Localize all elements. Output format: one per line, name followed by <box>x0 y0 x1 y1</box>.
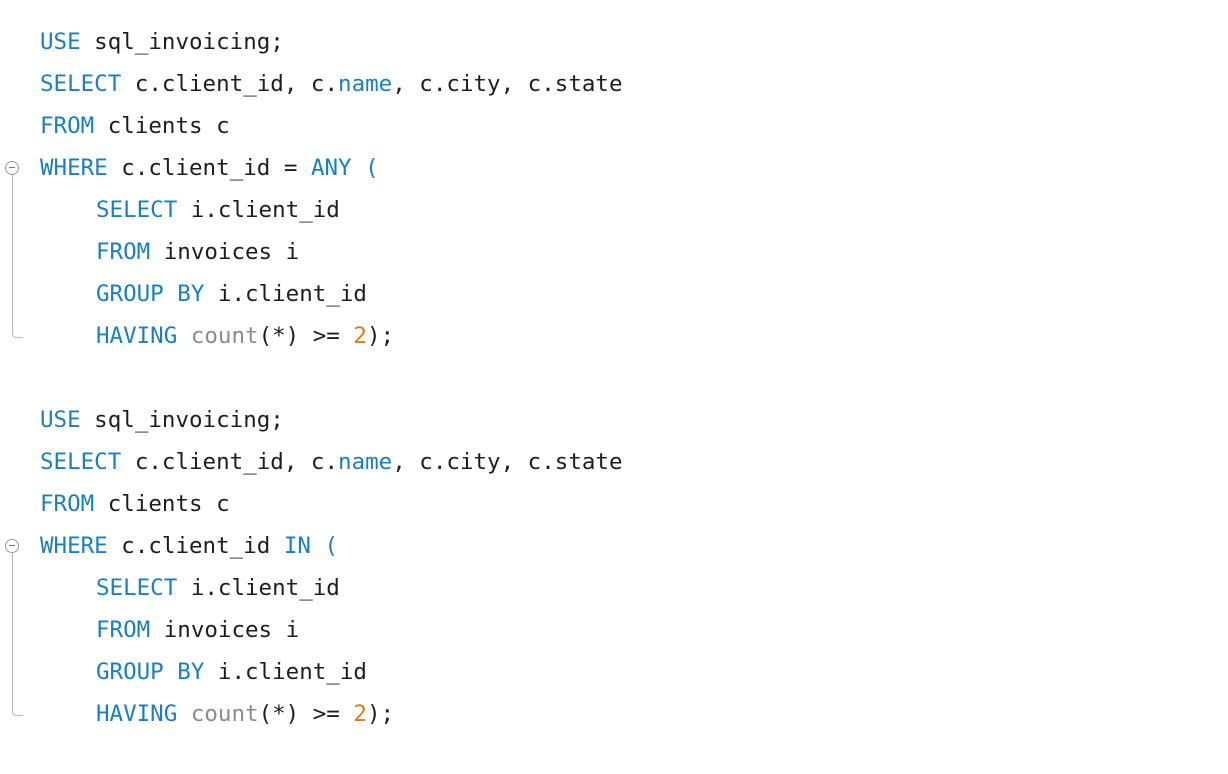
fold-guide-line <box>12 175 23 338</box>
sql-keyword: ( <box>365 155 379 181</box>
sql-text: c.client_id <box>107 533 284 559</box>
sql-text: c.client_id, c. <box>121 449 339 475</box>
fold-collapse-icon[interactable] <box>5 161 19 175</box>
code-line[interactable]: SELECT i.client_id <box>40 567 1220 609</box>
code-line[interactable]: USE sql_invoicing; <box>40 399 1220 441</box>
sql-text: ); <box>366 323 395 349</box>
code-line[interactable]: WHERE c.client_id IN ( <box>40 525 1220 567</box>
sql-text: invoices i <box>150 239 300 265</box>
sql-keyword: USE <box>40 407 81 433</box>
sql-keyword: SELECT <box>96 575 178 601</box>
sql-keyword: HAVING <box>96 323 178 349</box>
code-line[interactable]: USE sql_invoicing; <box>40 21 1220 63</box>
sql-text: i.client_id <box>204 281 367 307</box>
code-line[interactable]: GROUP BY i.client_id <box>40 273 1220 315</box>
sql-text: sql_invoicing; <box>80 407 284 433</box>
sql-text: , c.city, c.state <box>392 449 623 475</box>
sql-function: count <box>190 323 259 349</box>
sql-keyword: HAVING <box>96 701 178 727</box>
sql-keyword: FROM <box>40 491 95 517</box>
sql-text: ); <box>366 701 395 727</box>
sql-number: 2 <box>353 323 367 349</box>
sql-keyword: name <box>338 71 393 97</box>
sql-keyword: WHERE <box>40 533 108 559</box>
code-line[interactable]: FROM invoices i <box>40 609 1220 651</box>
sql-text: i.client_id <box>177 575 340 601</box>
sql-keyword: IN <box>283 533 311 559</box>
sql-text: clients c <box>94 113 230 139</box>
sql-keyword: SELECT <box>40 449 122 475</box>
sql-text: (*) >= <box>258 701 354 727</box>
sql-code-editor[interactable]: USE sql_invoicing; SELECT c.client_id, c.… <box>0 0 1228 774</box>
sql-keyword: GROUP BY <box>96 281 205 307</box>
sql-text: sql_invoicing; <box>80 29 284 55</box>
sql-text: clients c <box>94 491 230 517</box>
sql-text: , c.city, c.state <box>392 71 623 97</box>
code-line[interactable]: HAVING count(*) >= 2); <box>40 315 1220 357</box>
sql-function: count <box>190 701 259 727</box>
code-line[interactable]: WHERE c.client_id = ANY ( <box>40 147 1220 189</box>
sql-text: c.client_id = <box>107 155 311 181</box>
code-line[interactable]: SELECT c.client_id, c.name, c.city, c.st… <box>40 63 1220 105</box>
fold-guide-line <box>12 553 23 716</box>
sql-text: (*) >= <box>258 323 354 349</box>
fold-gutter <box>0 0 36 774</box>
sql-keyword: ANY <box>310 155 352 181</box>
sql-keyword: GROUP BY <box>96 659 205 685</box>
sql-keyword: USE <box>40 29 81 55</box>
code-line[interactable]: FROM invoices i <box>40 231 1220 273</box>
sql-text: c.client_id, c. <box>121 71 339 97</box>
sql-keyword: FROM <box>96 239 151 265</box>
sql-text: invoices i <box>150 617 300 643</box>
sql-keyword: ( <box>324 533 339 559</box>
sql-keyword: SELECT <box>40 71 122 97</box>
sql-number: 2 <box>353 701 367 727</box>
code-line[interactable]: HAVING count(*) >= 2); <box>40 693 1220 735</box>
code-line[interactable]: SELECT c.client_id, c.name, c.city, c.st… <box>40 441 1220 483</box>
blank-line[interactable] <box>40 357 1220 399</box>
sql-keyword: FROM <box>96 617 151 643</box>
code-line[interactable]: FROM clients c <box>40 483 1220 525</box>
code-line[interactable]: GROUP BY i.client_id <box>40 651 1220 693</box>
code-line[interactable]: SELECT i.client_id <box>40 189 1220 231</box>
sql-text: i.client_id <box>204 659 367 685</box>
code-area[interactable]: USE sql_invoicing; SELECT c.client_id, c.… <box>40 21 1220 735</box>
sql-keyword: WHERE <box>40 155 108 181</box>
code-line[interactable]: FROM clients c <box>40 105 1220 147</box>
sql-keyword: FROM <box>40 113 95 139</box>
sql-keyword: name <box>338 449 393 475</box>
fold-collapse-icon[interactable] <box>5 539 19 553</box>
sql-keyword: SELECT <box>96 197 178 223</box>
sql-text: i.client_id <box>177 197 340 223</box>
